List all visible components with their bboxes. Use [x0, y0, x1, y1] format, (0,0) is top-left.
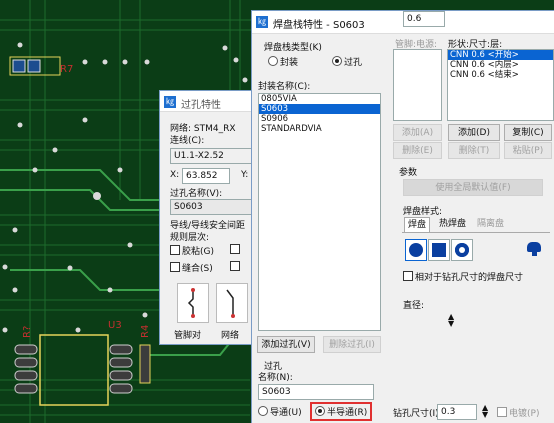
checkbox-box[interactable] [230, 244, 240, 254]
pad-style-label: 焊盘样式: [403, 207, 443, 217]
checkbox-box[interactable] [497, 407, 507, 417]
net-glyph [226, 289, 235, 318]
via-name-field[interactable]: S0603 [170, 199, 258, 215]
delete-t-button[interactable]: 删除(T) [448, 142, 500, 159]
radio-through-label: 导通(U) [270, 408, 302, 418]
checkbox-2[interactable] [230, 244, 242, 256]
params-label: 参数 [399, 168, 418, 178]
diameter-label: 直径: [403, 301, 425, 311]
padstack-type-label: 焊盘栈类型(K) [264, 43, 322, 53]
tab-thermal[interactable]: 热焊盘 [436, 217, 469, 231]
add-d-button[interactable]: 添加(D) [448, 124, 500, 141]
padstack-dialog: ㎏ 焊盘栈特性 - S0603 焊盘栈类型(K) 封装 过孔 封装名称(C): … [251, 10, 554, 423]
app-icon: ㎏ [164, 96, 176, 108]
pin-pair-button[interactable]: 管脚对 [170, 281, 214, 341]
relative-size-checkbox[interactable]: 相对于钻孔尺寸的焊盘尺寸 [403, 270, 523, 283]
layer-list[interactable]: CNN 0.6 <开始> CNN 0.6 <内层> CNN 0.6 <结束> [447, 49, 554, 121]
via-panel-title: 过孔特性 [181, 100, 221, 111]
x-label: X: [170, 170, 180, 180]
copy-button[interactable]: 复制(C) [504, 124, 552, 141]
plated-checkbox[interactable]: 电镀(P) [497, 406, 539, 419]
y-label: Y: [241, 170, 249, 180]
pad-shape-square[interactable] [428, 239, 450, 261]
paste-checkbox[interactable]: 胶粘(G) [170, 244, 214, 257]
r7-label: R7 [60, 64, 73, 75]
u3-label: U3 [108, 320, 122, 331]
padstack-title: 焊盘栈特性 - S0603 [273, 20, 365, 31]
pad-shape-round[interactable] [405, 239, 427, 261]
rule-text-2: 规则层次: [170, 233, 210, 243]
radio-package-label: 封装 [280, 58, 299, 68]
list-item[interactable]: S0906 [259, 114, 380, 124]
layer-item[interactable]: CNN 0.6 <结束> [448, 70, 553, 80]
drill-size-field[interactable]: 0.3 [437, 404, 477, 420]
net-icon [216, 283, 248, 323]
pad-shape-custom[interactable] [524, 239, 546, 261]
list-item-selected[interactable]: S0603 [259, 104, 380, 114]
x-coordinate-field[interactable]: 63.852 [182, 168, 230, 184]
square-shape-icon [432, 243, 446, 257]
net-button[interactable]: 网络 [216, 281, 256, 341]
checkbox-box[interactable] [230, 261, 240, 271]
pad-shape-annular[interactable] [451, 239, 473, 261]
tab-antipad[interactable]: 隔离盘 [474, 217, 507, 231]
r4-label: R4 [140, 325, 151, 338]
radio-through[interactable]: 导通(U) [258, 405, 302, 418]
drill-size-stepper[interactable]: ▲ ▼ [482, 404, 488, 419]
list-item[interactable]: 0805VIA [259, 94, 380, 104]
delete-e-button[interactable]: 删除(E) [393, 142, 442, 159]
pin-pair-icon [177, 283, 209, 323]
checkbox-box[interactable] [170, 262, 180, 272]
via-properties-panel: ㎏ 过孔特性 网络: STM4_RX 连线(C): U1.1-X2.52 X: … [159, 90, 259, 345]
checkbox-box[interactable] [170, 245, 180, 255]
plated-label: 电镀(P) [509, 409, 540, 419]
round-shape-icon [409, 243, 423, 257]
app-icon: ㎏ [256, 16, 268, 28]
annular-shape-icon [455, 243, 469, 257]
radio-half-through[interactable]: 半导通(R) [310, 402, 373, 421]
radio-button[interactable] [315, 406, 325, 416]
pin-electrical-list[interactable] [393, 49, 442, 121]
radio-via[interactable]: 过孔 [332, 55, 362, 68]
diameter-field[interactable]: 0.6 [403, 11, 445, 27]
package-name-label: 封装名称(C): [258, 82, 311, 92]
list-item[interactable]: STANDARDVIA [259, 124, 380, 134]
paste-checkbox-label: 胶粘(G) [182, 247, 214, 257]
radio-button[interactable] [258, 406, 268, 416]
relative-size-label: 相对于钻孔尺寸的焊盘尺寸 [415, 273, 524, 283]
pin-pair-glyph [187, 288, 195, 318]
net-label-btn: 网络 [221, 331, 240, 341]
use-global-defaults-button[interactable]: 使用全局默认值(F) [403, 179, 543, 196]
name-label: 名称(N): [258, 373, 293, 383]
radio-button[interactable] [332, 56, 342, 66]
solder-checkbox[interactable]: 缝合(S) [170, 261, 213, 274]
layer-item-selected[interactable]: CNN 0.6 <开始> [448, 50, 553, 60]
solder-checkbox-label: 缝合(S) [182, 264, 213, 274]
via-panel-titlebar: ㎏ 过孔特性 [160, 91, 258, 112]
add-via-button[interactable]: 添加过孔(V) [257, 336, 315, 353]
r-left-label: R? [22, 326, 33, 338]
tab-pad[interactable]: 焊盘 [404, 217, 431, 232]
package-list[interactable]: 0805VIA S0603 S0906 STANDARDVIA [258, 93, 381, 331]
via-name-label: 过孔名称(V): [170, 189, 223, 199]
radio-via-label: 过孔 [344, 58, 363, 68]
pad-style-tabs: 焊盘 热焊盘 隔离盘 [402, 217, 550, 233]
radio-half-through-label: 半导通(R) [327, 408, 368, 418]
checkbox-box[interactable] [403, 271, 413, 281]
connect-field[interactable]: U1.1-X2.52 [170, 148, 258, 164]
delete-via-button[interactable]: 删除过孔(I) [323, 336, 381, 353]
add-a-button[interactable]: 添加(A) [393, 124, 442, 141]
connect-label: 连线(C): [170, 136, 205, 146]
paste-button[interactable]: 粘贴(P) [504, 142, 552, 159]
layer-item[interactable]: CNN 0.6 <内层> [448, 60, 553, 70]
radio-button[interactable] [268, 56, 278, 66]
diameter-stepper[interactable]: ▲ ▼ [448, 313, 454, 328]
checkbox-4[interactable] [230, 261, 242, 273]
drill-size-label: 钻孔尺寸(I) [393, 409, 439, 419]
radio-package[interactable]: 封装 [268, 55, 298, 68]
pin-pair-label: 管脚对 [174, 331, 202, 341]
via-name-input[interactable]: S0603 [258, 384, 374, 400]
